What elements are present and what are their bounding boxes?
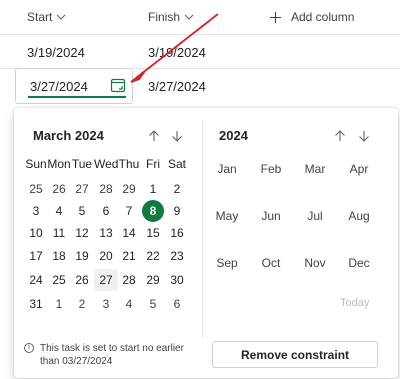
add-column-label: Add column: [291, 10, 355, 24]
calendar-day[interactable]: 1: [47, 293, 71, 315]
calendar-day[interactable]: 6: [165, 293, 189, 315]
calendar-day[interactable]: 4: [117, 293, 141, 315]
weekday-header: Sun: [25, 157, 47, 171]
column-header-finish-label: Finish: [148, 10, 181, 24]
calendar-day[interactable]: 26: [47, 178, 71, 200]
calendar-day[interactable]: 5: [70, 200, 94, 222]
calendar-day[interactable]: 11: [47, 222, 71, 244]
calendar-day[interactable]: 9: [165, 200, 189, 222]
calendar-day[interactable]: 6: [94, 200, 118, 222]
calendar-day[interactable]: 5: [141, 293, 165, 315]
month-cell[interactable]: Jul: [295, 209, 335, 223]
weekday-header: Wed: [94, 157, 119, 171]
next-month-button[interactable]: [169, 128, 185, 144]
previous-month-button[interactable]: [146, 128, 162, 144]
calendar-day[interactable]: 17: [24, 245, 48, 267]
start-date-value: 3/27/2024: [30, 79, 88, 94]
chevron-down-icon: [56, 14, 66, 20]
weekday-header: Fri: [146, 157, 160, 171]
calendar-day[interactable]: 29: [141, 269, 165, 291]
month-cell[interactable]: Jun: [251, 209, 291, 223]
calendar-divider: [202, 120, 203, 338]
weekday-header: Tue: [71, 157, 93, 171]
calendar-day[interactable]: 27: [94, 269, 118, 291]
calendar-day[interactable]: 7: [117, 200, 141, 222]
calendar-day[interactable]: 10: [24, 222, 48, 244]
month-title: March 2024: [33, 128, 104, 143]
calendar-day[interactable]: 22: [141, 245, 165, 267]
row2-finish-cell[interactable]: 3/27/2024: [148, 79, 206, 94]
row1-finish-cell[interactable]: 3/19/2024: [148, 45, 206, 60]
calendar-day[interactable]: 26: [70, 269, 94, 291]
chevron-down-icon: [184, 14, 194, 20]
calendar-day[interactable]: 30: [165, 269, 189, 291]
start-date-input[interactable]: 3/27/2024: [15, 68, 133, 104]
calendar-day[interactable]: 24: [24, 269, 48, 291]
previous-year-button[interactable]: [332, 128, 348, 144]
month-cell[interactable]: Mar: [295, 162, 335, 176]
month-cell[interactable]: Apr: [339, 162, 379, 176]
weekday-header: Thu: [118, 157, 140, 171]
calendar-day[interactable]: 2: [70, 293, 94, 315]
calendar-day[interactable]: 23: [165, 245, 189, 267]
add-column-button[interactable]: Add column: [270, 10, 354, 24]
month-cell[interactable]: Nov: [295, 256, 335, 270]
arrow-up-icon: [335, 130, 345, 141]
month-cell[interactable]: Aug: [339, 209, 379, 223]
remove-constraint-button[interactable]: Remove constraint: [212, 341, 378, 368]
date-picker-popup: March 2024 Sun Mon Tue Wed Thu Fri Sat 25 26 27 2…: [14, 108, 398, 378]
plus-icon: [270, 11, 281, 23]
calendar-day[interactable]: 13: [94, 222, 118, 244]
calendar-icon[interactable]: [110, 77, 126, 93]
month-cell[interactable]: Feb: [251, 162, 291, 176]
month-cell[interactable]: Dec: [339, 256, 379, 270]
arrow-down-icon: [172, 131, 182, 142]
grid-divider: [0, 34, 400, 35]
month-cell[interactable]: Sep: [207, 256, 247, 270]
weekday-header: Sat: [167, 157, 186, 171]
calendar-day[interactable]: 18: [47, 245, 71, 267]
calendar-day[interactable]: 15: [141, 222, 165, 244]
calendar-day[interactable]: 2: [165, 178, 189, 200]
calendar-day[interactable]: 3: [24, 200, 48, 222]
weekday-header: Mon: [47, 157, 71, 171]
row1-start-cell[interactable]: 3/19/2024: [27, 45, 85, 60]
month-cell[interactable]: Jan: [207, 162, 247, 176]
calendar-day[interactable]: 28: [94, 178, 118, 200]
column-header-start-label: Start: [27, 10, 53, 24]
calendar-day[interactable]: 12: [70, 222, 94, 244]
next-year-button[interactable]: [356, 128, 372, 144]
calendar-day[interactable]: 27: [70, 178, 94, 200]
calendar-day[interactable]: 19: [70, 245, 94, 267]
arrow-down-icon: [359, 131, 369, 142]
calendar-day[interactable]: 31: [24, 293, 48, 315]
constraint-info-text: This task is set to start no earlier tha…: [40, 343, 184, 367]
calendar-day[interactable]: 14: [117, 222, 141, 244]
calendar-day[interactable]: 3: [94, 293, 118, 315]
go-to-today-link[interactable]: Today: [340, 297, 369, 309]
column-header-finish[interactable]: Finish: [148, 10, 194, 24]
calendar-day[interactable]: 8: [142, 200, 164, 222]
calendar-day[interactable]: 25: [47, 269, 71, 291]
calendar-day[interactable]: 25: [24, 178, 48, 200]
month-cell[interactable]: Oct: [251, 256, 291, 270]
column-header-start[interactable]: Start: [27, 10, 66, 24]
month-cell[interactable]: May: [207, 209, 247, 223]
input-focus-underline: [28, 96, 126, 98]
calendar-day[interactable]: 16: [165, 222, 189, 244]
calendar-day[interactable]: 1: [141, 178, 165, 200]
calendar-day[interactable]: 28: [117, 269, 141, 291]
calendar-day[interactable]: 29: [117, 178, 141, 200]
calendar-day[interactable]: 20: [94, 245, 118, 267]
calendar-day[interactable]: 21: [117, 245, 141, 267]
constraint-info: i This task is set to start no earlier t…: [24, 342, 194, 368]
calendar-day[interactable]: 4: [47, 200, 71, 222]
arrow-up-icon: [149, 130, 159, 141]
year-title: 2024: [219, 128, 248, 143]
info-icon: i: [24, 343, 34, 353]
